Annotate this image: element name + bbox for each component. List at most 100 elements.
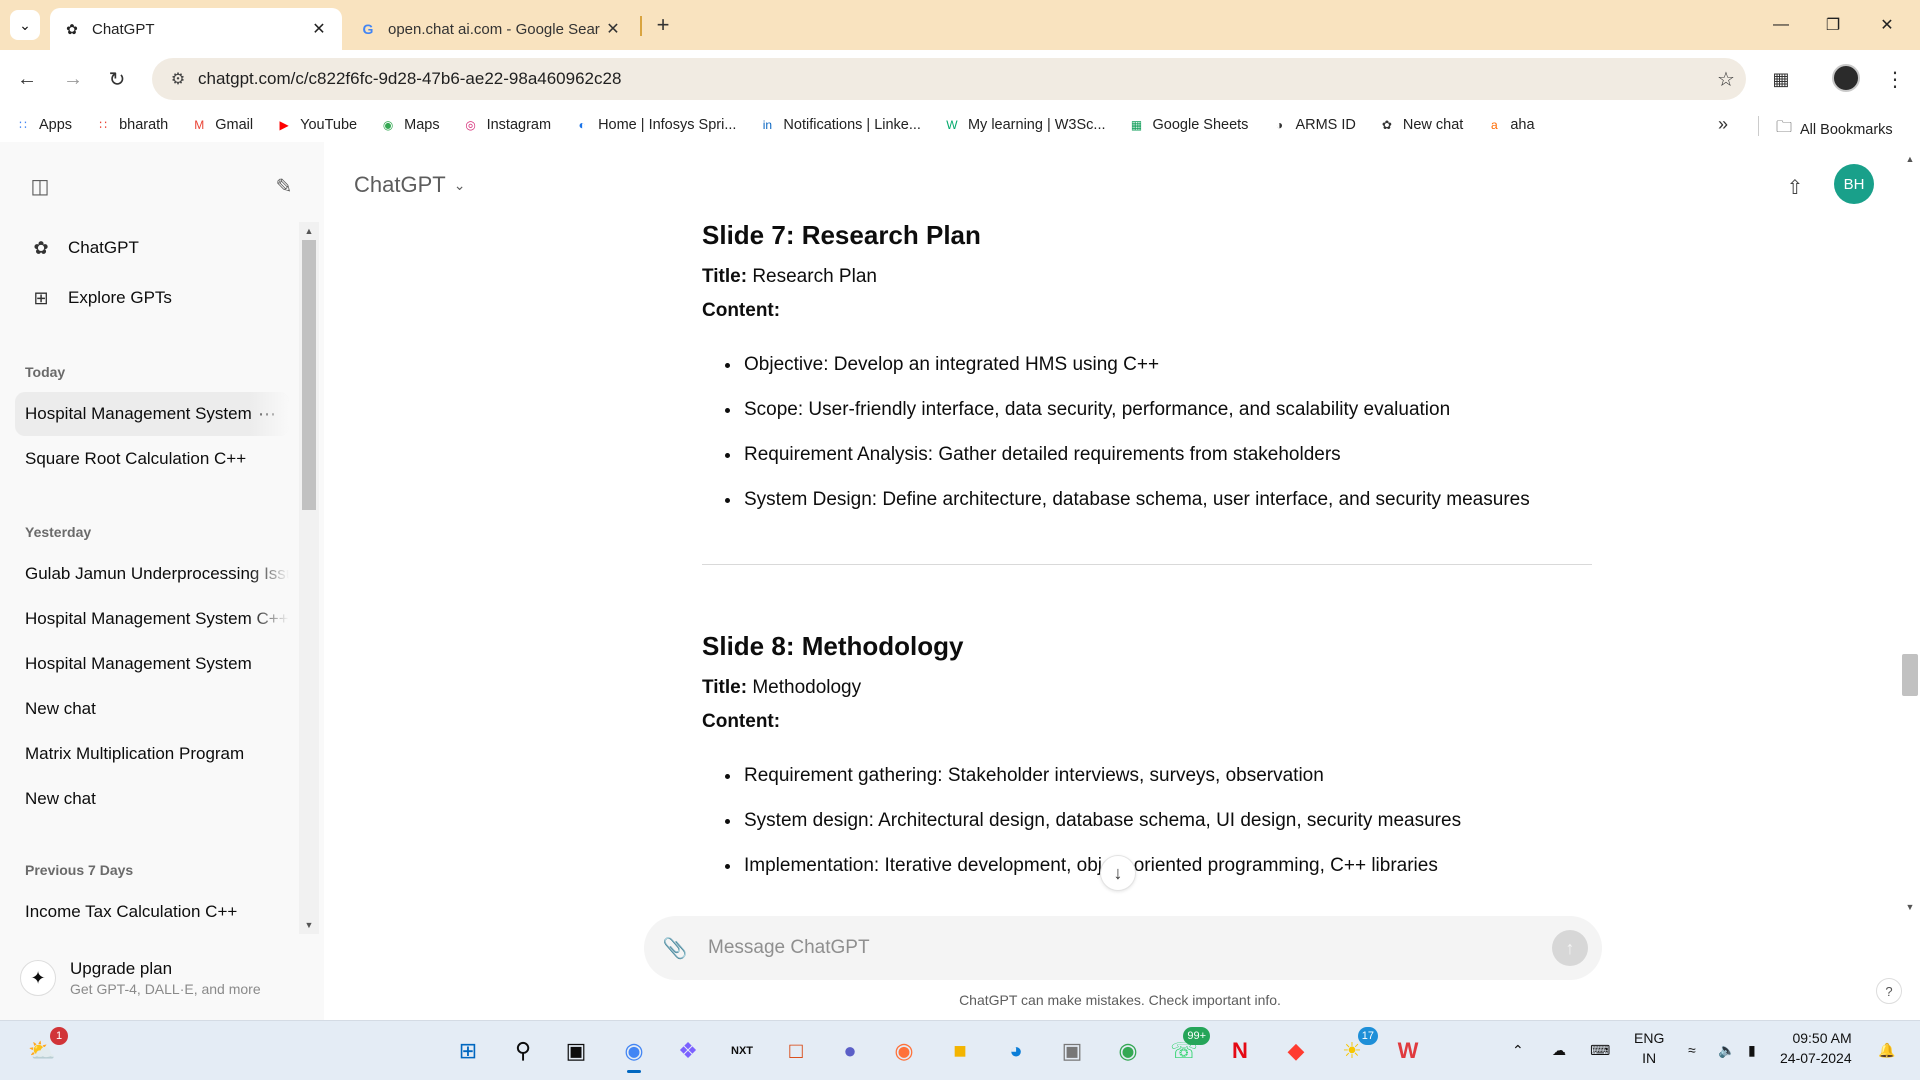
page-scroll-thumb[interactable] bbox=[1902, 654, 1918, 696]
chrome-profile-icon[interactable]: ◉ bbox=[1108, 1031, 1148, 1071]
toggle-sidebar-icon[interactable]: ◫ bbox=[24, 170, 56, 202]
chat-item[interactable]: New chat bbox=[15, 687, 289, 731]
nxtwave-icon[interactable]: NXT bbox=[722, 1031, 762, 1071]
user-avatar[interactable]: BH bbox=[1834, 164, 1874, 204]
extensions-icon[interactable]: ▦ bbox=[1764, 62, 1798, 96]
show-hidden-icons-icon[interactable]: ⌃ bbox=[1512, 1020, 1524, 1080]
browser-menu-icon[interactable]: ⋮ bbox=[1880, 62, 1910, 96]
clock[interactable]: 09:50 AM 24-07-2024 bbox=[1780, 1028, 1852, 1068]
chat-item[interactable]: New chat bbox=[15, 777, 289, 821]
bookmark-item[interactable]: ◎ Instagram bbox=[462, 116, 551, 134]
chat-item[interactable]: Hospital Management System bbox=[15, 642, 289, 686]
photos-icon[interactable]: ▣ bbox=[1052, 1031, 1092, 1071]
model-selector[interactable]: ChatGPT ⌄ bbox=[354, 172, 465, 198]
sidebar-scroll-thumb[interactable] bbox=[302, 240, 316, 510]
bookmark-label: My learning | W3Sc... bbox=[967, 117, 1106, 133]
scroll-down-arrow-icon[interactable]: ▼ bbox=[1900, 902, 1920, 912]
language-indicator[interactable]: ENG IN bbox=[1634, 1028, 1664, 1068]
help-icon[interactable]: ? bbox=[1876, 978, 1902, 1004]
new-chat-icon[interactable]: ✎ bbox=[268, 170, 300, 202]
scroll-up-arrow-icon[interactable]: ▲ bbox=[299, 226, 319, 236]
minimize-button[interactable]: — bbox=[1756, 8, 1806, 42]
restore-button[interactable]: ❐ bbox=[1808, 8, 1858, 42]
volume-icon[interactable]: 🔈 bbox=[1718, 1020, 1735, 1080]
tab-search-button[interactable]: ⌄ bbox=[10, 10, 40, 40]
share-icon[interactable]: ⇧ bbox=[1778, 170, 1812, 204]
onedrive-icon[interactable]: ☁ bbox=[1552, 1020, 1566, 1080]
message-input[interactable]: Message ChatGPT bbox=[708, 937, 870, 959]
sidebar-scrollbar[interactable]: ▲ ▼ bbox=[299, 222, 319, 934]
chat-item-label: New chat bbox=[25, 789, 96, 808]
task-view-icon[interactable]: ▣ bbox=[556, 1031, 596, 1071]
url-text[interactable]: chatgpt.com/c/c822f6fc-9d28-47b6-ae22-98… bbox=[198, 69, 1706, 89]
chat-item[interactable]: Hospital Management System C++ bbox=[15, 597, 289, 641]
chat-item[interactable]: Gulab Jamun Underprocessing Issue bbox=[15, 552, 289, 596]
reload-button[interactable]: ↻ bbox=[100, 62, 134, 96]
tab-chatgpt[interactable]: ✿ ChatGPT ✕ bbox=[50, 8, 342, 50]
tab-google-search[interactable]: G open.chat ai.com - Google Sear ✕ bbox=[346, 8, 636, 50]
bookmark-item[interactable]: in Notifications | Linke... bbox=[758, 116, 921, 134]
upgrade-plan-button[interactable]: ✦ Upgrade plan Get GPT-4, DALL·E, and mo… bbox=[20, 948, 300, 1008]
bookmark-item[interactable]: ∷ Apps bbox=[14, 116, 72, 134]
bookmark-item[interactable]: a aha bbox=[1485, 116, 1535, 134]
weather-widget-icon[interactable]: ⛅ 1 bbox=[22, 1027, 68, 1071]
edge-icon[interactable]: ◕ bbox=[996, 1031, 1036, 1071]
chat-app-icon[interactable]: ☀ 17 bbox=[1332, 1027, 1378, 1071]
bookmark-item[interactable]: ▦ Google Sheets bbox=[1128, 116, 1249, 134]
wifi-icon[interactable]: ≈ bbox=[1688, 1020, 1696, 1080]
scroll-to-bottom-button[interactable]: ↓ bbox=[1100, 855, 1136, 891]
message-composer[interactable]: 📎 Message ChatGPT ↑ bbox=[644, 916, 1602, 980]
bookmark-item[interactable]: ◉ Maps bbox=[379, 116, 440, 134]
close-icon[interactable]: ✕ bbox=[604, 19, 622, 39]
bookmark-item[interactable]: ∷ bharath bbox=[94, 116, 168, 134]
chat-item[interactable]: Matrix Multiplication Program bbox=[15, 732, 289, 776]
new-tab-button[interactable]: + bbox=[648, 10, 678, 40]
bookmark-item[interactable]: M Gmail bbox=[190, 116, 253, 134]
forward-button[interactable]: → bbox=[56, 62, 90, 96]
more-bookmarks-icon[interactable]: » bbox=[1718, 114, 1728, 135]
chat-item[interactable]: Income Tax Calculation C++ bbox=[15, 890, 289, 934]
back-button[interactable]: ← bbox=[10, 62, 44, 96]
chrome-icon[interactable]: ◉ bbox=[614, 1031, 654, 1073]
keyboard-icon[interactable]: ⌨ bbox=[1590, 1020, 1610, 1080]
file-explorer-icon[interactable]: ■ bbox=[940, 1031, 980, 1071]
bookmark-item[interactable]: W My learning | W3Sc... bbox=[943, 116, 1106, 134]
chat-item[interactable]: Hospital Management System ⋯ bbox=[15, 392, 289, 436]
page-scrollbar[interactable]: ▲ ▼ bbox=[1900, 152, 1920, 914]
scroll-up-arrow-icon[interactable]: ▲ bbox=[1900, 154, 1920, 164]
slide-section: Slide 8: Methodology Title: Methodology … bbox=[702, 631, 1592, 878]
sidebar-item-explore-gpts[interactable]: ⊞ Explore GPTs bbox=[16, 276, 286, 320]
slide-heading: Slide 8: Methodology bbox=[702, 631, 964, 661]
upgrade-title: Upgrade plan bbox=[70, 959, 173, 978]
bookmark-item[interactable]: ◐ Home | Infosys Spri... bbox=[573, 116, 736, 134]
app-diamond-icon[interactable]: ◆ bbox=[1276, 1031, 1316, 1071]
bookmark-item[interactable]: ▶ YouTube bbox=[275, 116, 358, 134]
copilot-icon[interactable]: ❖ bbox=[668, 1031, 708, 1071]
bookmark-item[interactable]: ◑ ARMS ID bbox=[1270, 116, 1356, 134]
office-icon[interactable]: □ bbox=[776, 1031, 816, 1071]
netflix-icon[interactable]: N bbox=[1220, 1031, 1260, 1071]
title-value: Research Plan bbox=[752, 266, 877, 287]
close-window-button[interactable]: ✕ bbox=[1862, 8, 1912, 42]
bookmark-item[interactable]: ✿ New chat bbox=[1378, 116, 1463, 134]
teams-icon[interactable]: ● bbox=[830, 1031, 870, 1071]
send-button[interactable]: ↑ bbox=[1552, 930, 1588, 966]
site-info-icon[interactable]: ⚙ bbox=[158, 69, 198, 89]
battery-icon[interactable]: ▮ bbox=[1748, 1020, 1756, 1080]
windows-start-icon[interactable]: ⊞ bbox=[448, 1031, 488, 1071]
all-bookmarks-button[interactable]: 🗀 All Bookmarks bbox=[1776, 116, 1893, 143]
close-icon[interactable]: ✕ bbox=[310, 19, 328, 39]
profile-avatar[interactable] bbox=[1832, 64, 1860, 92]
sidebar-item-chatgpt[interactable]: ✿ ChatGPT bbox=[16, 226, 286, 270]
more-options-icon[interactable]: ⋯ bbox=[258, 404, 277, 425]
bookmark-star-icon[interactable]: ☆ bbox=[1706, 67, 1746, 92]
search-icon[interactable]: ⚲ bbox=[503, 1031, 543, 1071]
firefox-icon[interactable]: ◉ bbox=[884, 1031, 924, 1071]
scroll-down-arrow-icon[interactable]: ▼ bbox=[299, 920, 319, 930]
address-bar[interactable]: ⚙ chatgpt.com/c/c822f6fc-9d28-47b6-ae22-… bbox=[152, 58, 1746, 100]
wps-office-icon[interactable]: W bbox=[1388, 1031, 1428, 1071]
whatsapp-icon[interactable]: ☏ 99+ bbox=[1164, 1027, 1210, 1071]
paperclip-icon[interactable]: 📎 bbox=[660, 933, 690, 963]
notification-bell-icon[interactable]: 🔔 bbox=[1878, 1020, 1895, 1080]
chat-item[interactable]: Square Root Calculation C++ bbox=[15, 437, 289, 481]
